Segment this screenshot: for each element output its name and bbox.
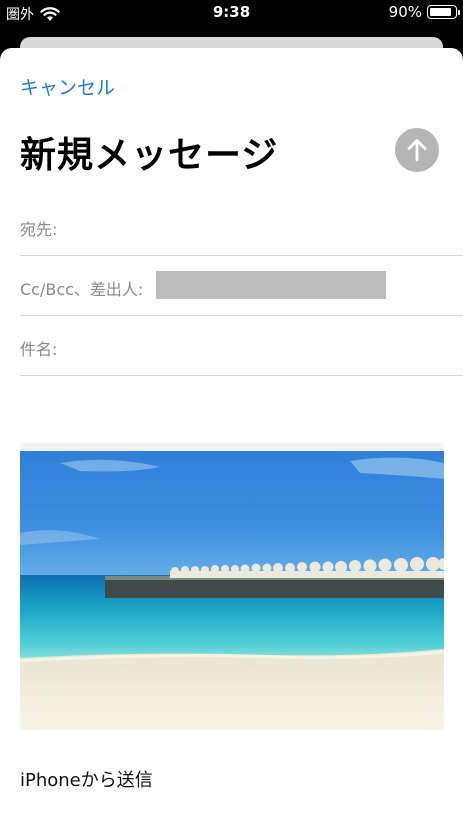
subject-field[interactable]: 件名: [20, 316, 463, 376]
arrow-up-icon [407, 139, 427, 162]
to-field[interactable]: 宛先: [20, 196, 463, 256]
battery-icon [427, 5, 460, 19]
beach-photo-image [20, 443, 444, 730]
battery-fill [430, 8, 451, 16]
cc-bcc-from-field[interactable]: Cc/Bcc、差出人: [20, 256, 463, 316]
battery-percent: 90% [388, 3, 422, 21]
battery-cap [458, 10, 460, 15]
status-bar: 圏外 9:38 90% [0, 0, 463, 28]
cancel-button[interactable]: キャンセル [20, 73, 115, 100]
attached-beach-photo[interactable] [20, 443, 444, 730]
redacted-sender-address [156, 271, 386, 299]
cc-bcc-from-label: Cc/Bcc、差出人: [20, 280, 144, 299]
email-signature[interactable]: iPhoneから送信 [20, 766, 153, 792]
subject-label: 件名: [20, 340, 58, 359]
page-title: 新規メッセージ [20, 135, 279, 176]
send-button[interactable] [395, 128, 439, 172]
to-label: 宛先: [20, 220, 58, 239]
status-right: 90% [388, 3, 460, 21]
